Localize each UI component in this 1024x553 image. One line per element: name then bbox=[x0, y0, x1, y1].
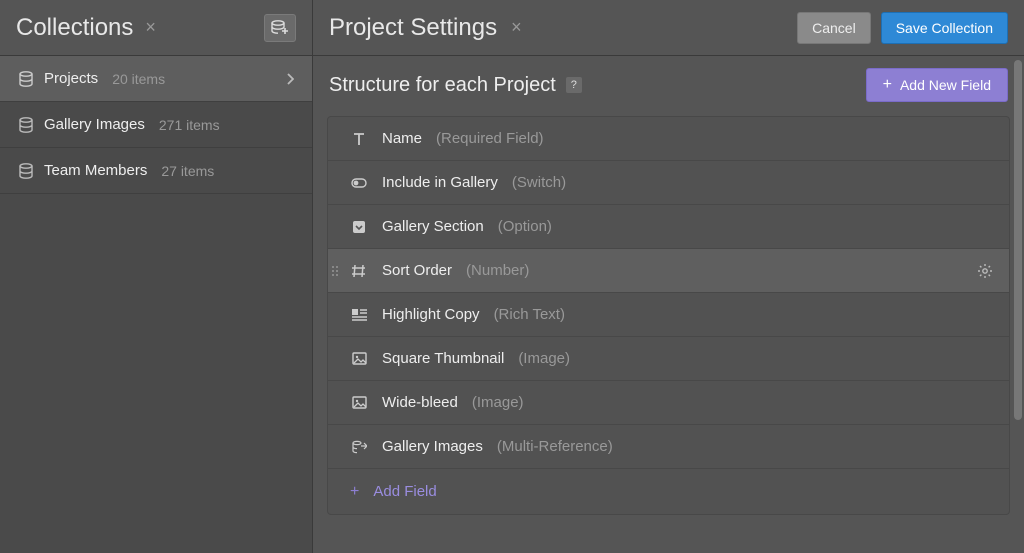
richtext-icon bbox=[350, 309, 368, 321]
collections-sidebar: Collections × Projects 20 items bbox=[0, 0, 313, 553]
text-icon bbox=[350, 132, 368, 146]
close-icon[interactable]: × bbox=[511, 17, 522, 38]
collection-item-team-members[interactable]: Team Members 27 items bbox=[0, 148, 312, 194]
add-field-button[interactable]: + Add Field bbox=[328, 469, 1009, 514]
sidebar-title: Collections bbox=[16, 14, 133, 42]
field-name: Gallery Images bbox=[382, 438, 483, 455]
collection-label: Projects bbox=[44, 70, 98, 87]
field-name: Name bbox=[382, 130, 422, 147]
field-type: (Option) bbox=[498, 218, 552, 235]
save-collection-button[interactable]: Save Collection bbox=[881, 12, 1008, 44]
field-name: Wide-bleed bbox=[382, 394, 458, 411]
cancel-button[interactable]: Cancel bbox=[797, 12, 871, 44]
field-row-highlight-copy[interactable]: Highlight Copy (Rich Text) bbox=[328, 293, 1009, 337]
collection-item-gallery-images[interactable]: Gallery Images 271 items bbox=[0, 102, 312, 148]
collection-item-projects[interactable]: Projects 20 items bbox=[0, 56, 312, 102]
main-panel: Project Settings × Cancel Save Collectio… bbox=[313, 0, 1024, 553]
image-icon bbox=[350, 396, 368, 409]
field-row-wide-bleed[interactable]: Wide-bleed (Image) bbox=[328, 381, 1009, 425]
gear-icon[interactable] bbox=[977, 263, 993, 279]
field-type: (Image) bbox=[472, 394, 524, 411]
field-type: (Required Field) bbox=[436, 130, 544, 147]
field-row-name[interactable]: Name (Required Field) bbox=[328, 117, 1009, 161]
field-list: Name (Required Field) Include in Gallery… bbox=[327, 116, 1010, 515]
sidebar-title-wrap: Collections × bbox=[16, 14, 156, 42]
field-type: (Rich Text) bbox=[494, 306, 565, 323]
help-icon[interactable]: ? bbox=[566, 77, 582, 93]
option-icon bbox=[350, 220, 368, 234]
field-row-include-in-gallery[interactable]: Include in Gallery (Switch) bbox=[328, 161, 1009, 205]
number-icon bbox=[350, 264, 368, 278]
header-actions: Cancel Save Collection bbox=[797, 12, 1008, 44]
field-type: (Image) bbox=[518, 350, 570, 367]
collection-count: 27 items bbox=[161, 163, 214, 179]
field-name: Include in Gallery bbox=[382, 174, 498, 191]
structure-header: Structure for each Project ? + Add New F… bbox=[327, 56, 1010, 116]
field-row-sort-order[interactable]: Sort Order (Number) bbox=[328, 249, 1009, 293]
field-name: Gallery Section bbox=[382, 218, 484, 235]
page-title: Project Settings bbox=[329, 14, 497, 42]
main-header: Project Settings × Cancel Save Collectio… bbox=[313, 0, 1024, 56]
sidebar-header: Collections × bbox=[0, 0, 312, 56]
structure-title-wrap: Structure for each Project ? bbox=[329, 74, 582, 97]
structure-title: Structure for each Project bbox=[329, 74, 556, 97]
collection-count: 271 items bbox=[159, 117, 220, 133]
main-body: Structure for each Project ? + Add New F… bbox=[313, 56, 1024, 553]
chevron-right-icon bbox=[286, 73, 294, 85]
field-type: (Number) bbox=[466, 262, 529, 279]
multiref-icon bbox=[350, 440, 368, 454]
collection-label: Gallery Images bbox=[44, 116, 145, 133]
field-type: (Switch) bbox=[512, 174, 566, 191]
database-icon bbox=[18, 117, 34, 133]
field-name: Sort Order bbox=[382, 262, 452, 279]
database-plus-icon bbox=[271, 20, 289, 36]
drag-handle-icon[interactable] bbox=[332, 266, 338, 276]
field-row-gallery-images[interactable]: Gallery Images (Multi-Reference) bbox=[328, 425, 1009, 469]
plus-icon: + bbox=[350, 484, 359, 500]
field-row-gallery-section[interactable]: Gallery Section (Option) bbox=[328, 205, 1009, 249]
plus-icon: + bbox=[883, 77, 892, 93]
field-type: (Multi-Reference) bbox=[497, 438, 613, 455]
database-icon bbox=[18, 163, 34, 179]
collection-label: Team Members bbox=[44, 162, 147, 179]
close-icon[interactable]: × bbox=[145, 17, 156, 38]
add-collection-button[interactable] bbox=[264, 14, 296, 42]
database-icon bbox=[18, 71, 34, 87]
collection-count: 20 items bbox=[112, 71, 165, 87]
field-name: Highlight Copy bbox=[382, 306, 480, 323]
app-root: Collections × Projects 20 items bbox=[0, 0, 1024, 553]
switch-icon bbox=[350, 178, 368, 188]
add-new-field-button[interactable]: + Add New Field bbox=[866, 68, 1008, 102]
add-new-field-label: Add New Field bbox=[900, 77, 991, 93]
collection-list: Projects 20 items Gallery Images 271 ite… bbox=[0, 56, 312, 194]
field-name: Square Thumbnail bbox=[382, 350, 504, 367]
main-title-wrap: Project Settings × bbox=[329, 14, 522, 42]
image-icon bbox=[350, 352, 368, 365]
add-field-label: Add Field bbox=[373, 483, 436, 500]
field-row-square-thumbnail[interactable]: Square Thumbnail (Image) bbox=[328, 337, 1009, 381]
scrollbar-thumb[interactable] bbox=[1014, 60, 1022, 420]
